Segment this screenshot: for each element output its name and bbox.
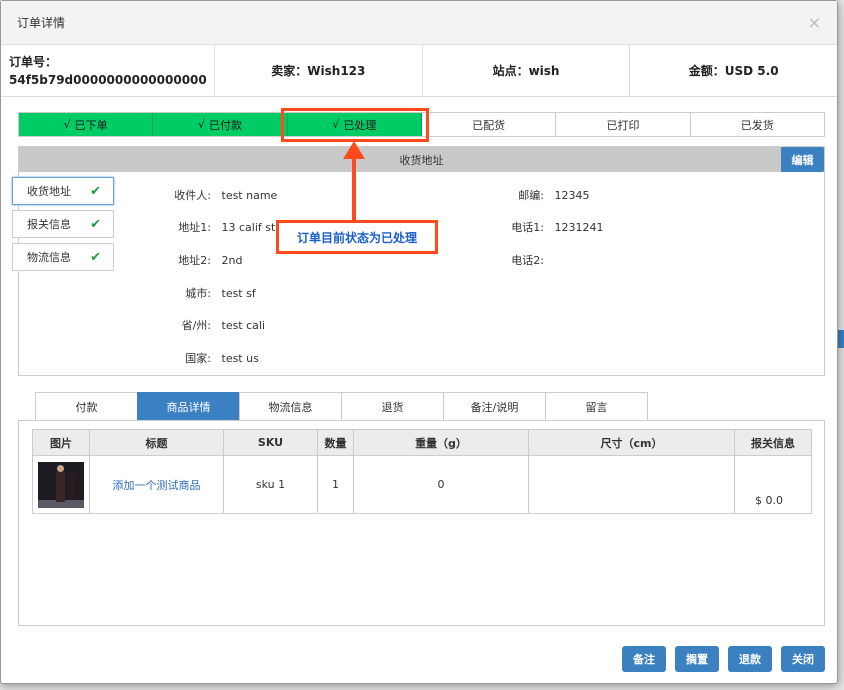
annotation-arrow bbox=[352, 151, 356, 221]
step-paid: √ 已付款 bbox=[153, 113, 288, 136]
product-thumbnail[interactable] bbox=[38, 461, 84, 508]
close-icon[interactable]: × bbox=[808, 13, 821, 32]
cell-weight: 0 bbox=[353, 455, 529, 514]
field-recipient: 收件人: test name bbox=[161, 187, 277, 203]
tab-returns[interactable]: 退货 bbox=[341, 392, 444, 420]
order-detail-modal: 订单详情 × 订单号：54f5b79d0000000000000000 卖家：W… bbox=[0, 0, 838, 684]
field-label: 邮编: bbox=[518, 189, 544, 202]
side-tab-label: 报关信息 bbox=[27, 218, 71, 231]
field-label: 国家: bbox=[185, 352, 211, 365]
background-edge bbox=[838, 0, 844, 690]
check-icon: √ bbox=[63, 118, 71, 131]
tab-logistics[interactable]: 物流信息 bbox=[239, 392, 342, 420]
detail-tabs: 付款 商品详情 物流信息 退货 备注/说明 留言 bbox=[35, 392, 648, 420]
step-label: 已发货 bbox=[740, 118, 774, 132]
step-printed: 已打印 bbox=[556, 113, 691, 136]
field-zip: 邮编: 12345 bbox=[494, 187, 590, 203]
side-tab-label: 物流信息 bbox=[27, 251, 71, 264]
field-state: 省/州: test cali bbox=[161, 317, 265, 333]
field-value: test sf bbox=[221, 287, 256, 300]
annotation-highlight bbox=[281, 108, 429, 142]
field-value: 1231241 bbox=[554, 221, 604, 234]
col-weight: 重量（g） bbox=[353, 429, 529, 456]
seller: 卖家：Wish123 bbox=[215, 45, 423, 96]
hold-button[interactable]: 搁置 bbox=[675, 646, 719, 672]
step-label: 已打印 bbox=[606, 118, 640, 132]
field-label: 城市: bbox=[185, 287, 211, 300]
col-qty: 数量 bbox=[317, 429, 354, 456]
field-label: 地址1: bbox=[178, 221, 211, 234]
field-phone1: 电话1: 1231241 bbox=[494, 219, 604, 235]
col-image: 图片 bbox=[32, 429, 90, 456]
field-value: test cali bbox=[221, 319, 266, 332]
cell-size bbox=[528, 455, 735, 514]
step-allocated: 已配货 bbox=[421, 113, 557, 136]
cell-sku: sku 1 bbox=[223, 455, 318, 514]
site: 站点：wish bbox=[423, 45, 631, 96]
cell-qty: 1 bbox=[317, 455, 354, 514]
field-label: 地址2: bbox=[178, 254, 211, 267]
step-ordered: √ 已下单 bbox=[19, 113, 154, 136]
cell-image bbox=[32, 455, 90, 514]
step-label: 已付款 bbox=[209, 118, 242, 132]
field-value: test us bbox=[221, 352, 259, 365]
field-phone2: 电话2: bbox=[494, 252, 555, 268]
field-value: 2nd bbox=[221, 254, 243, 267]
product-title-link[interactable]: 添加一个测试商品 bbox=[113, 479, 201, 492]
field-country: 国家: test us bbox=[161, 350, 259, 366]
check-icon: ✔ bbox=[90, 183, 101, 199]
field-city: 城市: test sf bbox=[161, 285, 256, 301]
field-label: 电话2: bbox=[511, 254, 544, 267]
field-addr2: 地址2: 2nd bbox=[161, 252, 242, 268]
step-label: 已下单 bbox=[74, 118, 108, 132]
cell-title: 添加一个测试商品 bbox=[89, 455, 224, 514]
field-addr1: 地址1: 13 calif st bbox=[161, 219, 275, 235]
check-icon: ✔ bbox=[90, 216, 101, 232]
field-label: 电话1: bbox=[511, 221, 544, 234]
tab-messages[interactable]: 留言 bbox=[545, 392, 648, 420]
modal-title: 订单详情 bbox=[17, 16, 66, 30]
col-size: 尺寸（cm） bbox=[528, 429, 735, 456]
side-tab-logistics[interactable]: 物流信息 ✔ bbox=[12, 243, 114, 271]
side-tabs: 收货地址 ✔ 报关信息 ✔ 物流信息 ✔ bbox=[12, 177, 116, 276]
step-shipped: 已发货 bbox=[690, 113, 824, 136]
footer-buttons: 备注 搁置 退款 关闭 bbox=[622, 646, 825, 672]
items-table: 图片 标题 SKU 数量 重量（g） 尺寸（cm） 报关信息 添加一个测试商品 … bbox=[32, 429, 812, 514]
close-button[interactable]: 关闭 bbox=[781, 646, 825, 672]
table-row: 添加一个测试商品 sku 1 1 0 $ 0.0 bbox=[32, 455, 812, 514]
amount: 金额：USD 5.0 bbox=[688, 64, 779, 78]
tab-product-details[interactable]: 商品详情 bbox=[137, 392, 240, 420]
refund-button[interactable]: 退款 bbox=[728, 646, 772, 672]
note-button[interactable]: 备注 bbox=[622, 646, 666, 672]
tab-notes[interactable]: 备注/说明 bbox=[443, 392, 546, 420]
edit-button[interactable]: 编辑 bbox=[781, 147, 824, 172]
check-icon: √ bbox=[197, 118, 205, 131]
field-value: test name bbox=[221, 189, 278, 202]
field-label: 收件人: bbox=[174, 189, 211, 202]
arrow-up-icon bbox=[343, 141, 365, 159]
col-customs: 报关信息 bbox=[734, 429, 812, 456]
modal-header: 订单详情 × bbox=[1, 1, 837, 45]
order-number: 订单号：54f5b79d0000000000000000 bbox=[1, 45, 215, 96]
annotation-callout: 订单目前状态为已处理 bbox=[276, 220, 438, 254]
step-label: 已配货 bbox=[472, 118, 506, 132]
cell-customs: $ 0.0 bbox=[734, 455, 812, 514]
side-tab-label: 收货地址 bbox=[27, 185, 71, 198]
col-sku: SKU bbox=[223, 429, 318, 456]
col-title: 标题 bbox=[89, 429, 224, 456]
side-tab-address[interactable]: 收货地址 ✔ bbox=[12, 177, 114, 205]
field-value: 12345 bbox=[554, 189, 590, 202]
field-value: 13 calif st bbox=[221, 221, 276, 234]
table-header-row: 图片 标题 SKU 数量 重量（g） 尺寸（cm） 报关信息 bbox=[32, 429, 812, 456]
address-header: 收货地址 编辑 bbox=[19, 147, 824, 172]
field-label: 省/州: bbox=[181, 319, 211, 332]
side-tab-customs[interactable]: 报关信息 ✔ bbox=[12, 210, 114, 238]
tab-payment[interactable]: 付款 bbox=[35, 392, 138, 420]
check-icon: ✔ bbox=[90, 249, 101, 265]
address-header-label: 收货地址 bbox=[399, 153, 444, 167]
order-summary: 订单号：54f5b79d0000000000000000 卖家：Wish123 … bbox=[1, 45, 837, 97]
product-details-panel: 图片 标题 SKU 数量 重量（g） 尺寸（cm） 报关信息 添加一个测试商品 … bbox=[18, 420, 825, 626]
address-panel: 收货地址 编辑 bbox=[18, 146, 825, 376]
